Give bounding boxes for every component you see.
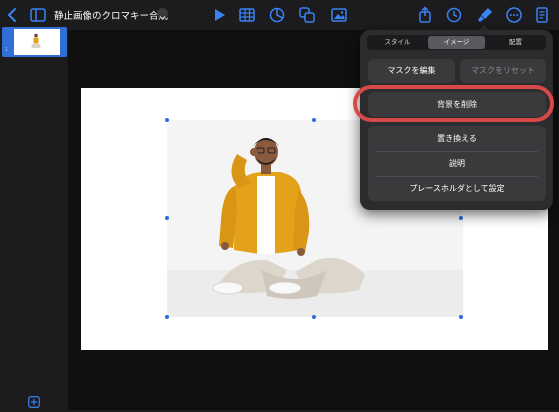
tab-image[interactable]: イメージ [428,35,485,50]
tab-style[interactable]: スタイル [369,35,426,50]
title-menu-chevron-icon[interactable] [157,8,168,20]
history-icon[interactable] [445,6,463,24]
reset-mask-button[interactable]: マスクをリセット [460,59,546,83]
play-icon[interactable] [210,6,228,24]
back-chevron-icon[interactable] [4,6,22,24]
share-icon[interactable] [416,6,434,24]
top-toolbar: 静止画像のクロマキー合成 [0,0,559,30]
table-icon[interactable] [238,6,256,24]
slide-number: 1 [5,47,9,53]
selection-handle-top-left[interactable] [165,118,169,122]
add-slide-icon[interactable] [28,393,40,408]
sidebar-toggle-icon[interactable] [29,6,47,24]
media-icon[interactable] [330,6,348,24]
selection-handle-bottom-left[interactable] [165,315,169,319]
document-icon[interactable] [533,6,551,24]
selection-handle-bottom-right[interactable] [459,315,463,319]
selection-handle-right[interactable] [459,216,463,220]
selection-handle-bottom[interactable] [312,315,316,319]
replace-button[interactable]: 置き換える [368,126,546,151]
thumbnail-person-image [31,33,41,48]
edit-mask-button[interactable]: マスクを編集 [368,59,455,83]
set-as-placeholder-button[interactable]: プレースホルダとして設定 [368,176,546,201]
selection-handle-left[interactable] [165,216,169,220]
description-button[interactable]: 説明 [368,151,546,176]
format-brush-icon[interactable] [476,6,494,24]
selection-handle-top[interactable] [312,118,316,122]
tab-arrange[interactable]: 配置 [487,35,544,50]
slide-navigator [0,30,68,410]
document-title[interactable]: 静止画像のクロマキー合成 [54,8,168,22]
more-icon[interactable] [505,6,523,24]
annotation-highlight-ellipse [353,85,554,122]
chart-icon[interactable] [268,6,286,24]
shape-icon[interactable] [298,6,316,24]
slide-thumbnail[interactable] [14,29,60,55]
